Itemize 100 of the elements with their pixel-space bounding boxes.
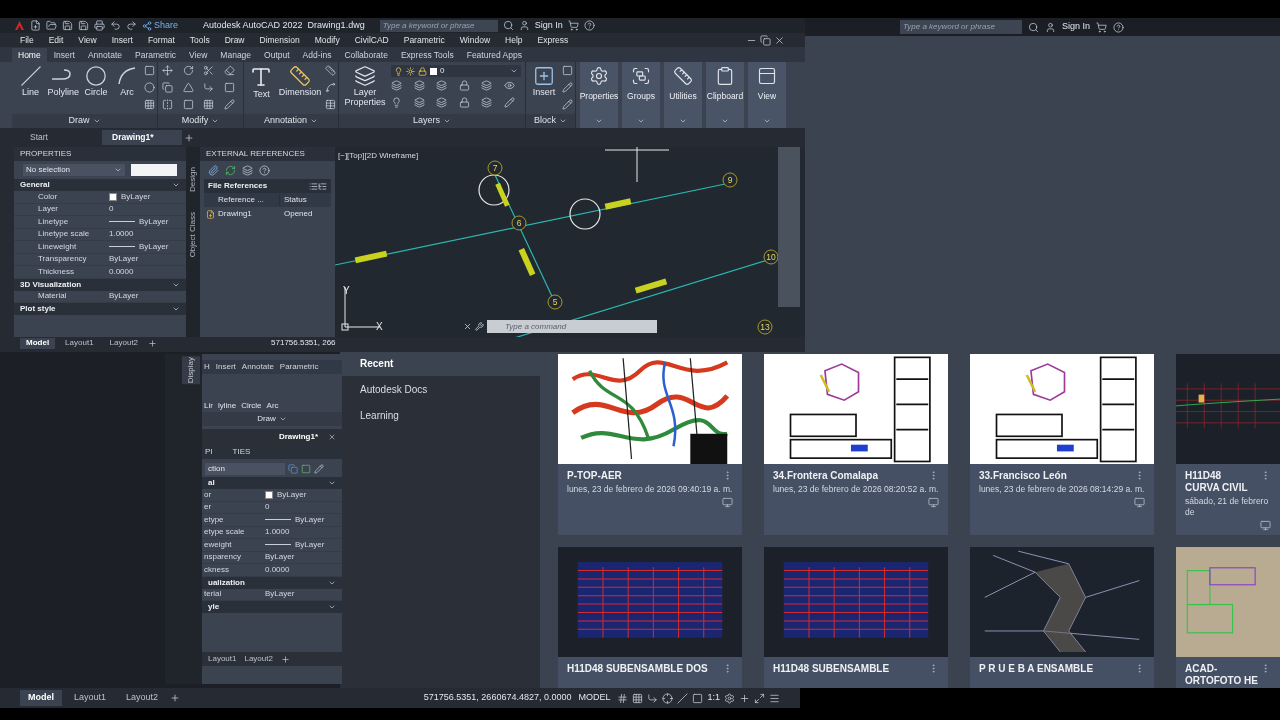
open-folder-icon[interactable] — [46, 20, 57, 31]
caret-icon[interactable] — [328, 479, 336, 487]
layout-tab[interactable]: Layout1 — [59, 337, 100, 349]
ribbon-tab[interactable]: Express Tools — [394, 48, 460, 62]
tool-label[interactable]: Arc — [120, 87, 134, 97]
caret-icon[interactable] — [328, 603, 336, 611]
tool-label[interactable]: lyline — [217, 400, 237, 412]
floor-plan-thumbnail[interactable] — [970, 354, 1154, 464]
tool-label[interactable]: Circle — [84, 87, 108, 97]
collapsed-panel-button[interactable]: Utilities — [664, 62, 702, 128]
menu-item[interactable]: Insert — [111, 33, 133, 47]
block-edit-icon[interactable] — [561, 82, 573, 93]
floor-plan-thumbnail[interactable] — [764, 354, 948, 464]
new-tab-icon[interactable] — [184, 132, 194, 143]
plus-icon[interactable] — [739, 692, 750, 704]
table-thumbnail[interactable] — [764, 547, 948, 657]
add-layout-icon[interactable] — [280, 654, 290, 664]
ribbon-tab[interactable]: View — [183, 48, 214, 62]
layout-tab[interactable]: Layout1 — [66, 690, 115, 706]
menu-item[interactable]: Edit — [48, 33, 64, 47]
tool-label[interactable]: Polyline — [47, 87, 80, 97]
trim-icon[interactable] — [203, 65, 214, 76]
menu-item[interactable]: File — [20, 33, 34, 47]
menu-item[interactable]: Parametric — [403, 33, 445, 47]
menu-item[interactable]: Window — [459, 33, 491, 47]
fullscreen-icon[interactable] — [754, 692, 765, 704]
menu-item[interactable]: Modify — [314, 33, 340, 47]
layer-edit-icon[interactable] — [503, 97, 515, 108]
new-file-icon[interactable] — [30, 20, 41, 31]
panel-title[interactable]: Draw — [68, 114, 90, 128]
linear-icon[interactable] — [325, 65, 337, 76]
section-header[interactable]: General — [20, 179, 50, 191]
collapsed-panel-button[interactable]: Clipboard — [706, 62, 744, 128]
ribbon-tab[interactable]: Parametric — [279, 361, 319, 373]
file-name[interactable]: 34.Frontera Comalapa — [773, 470, 879, 482]
grid-icon[interactable] — [617, 692, 629, 704]
panel-title[interactable]: Draw — [257, 413, 276, 425]
copy-icon[interactable] — [162, 82, 173, 93]
save-icon[interactable] — [62, 20, 73, 31]
caret-icon[interactable] — [443, 117, 451, 125]
restore-icon[interactable] — [760, 34, 771, 46]
layer-tool-icon[interactable] — [436, 80, 447, 91]
search-field[interactable]: Type a keyword or phrase — [379, 19, 498, 32]
sign-in-link[interactable]: Sign In — [1062, 20, 1091, 34]
layout-tab[interactable]: Layout1 — [208, 653, 237, 665]
tree-view-icon[interactable] — [318, 181, 327, 191]
layer-tool-icon[interactable] — [481, 80, 492, 91]
sign-in-link[interactable]: Sign In — [534, 18, 563, 33]
caret-icon[interactable] — [211, 117, 220, 125]
file-name[interactable]: ACAD-ORTOFOTO HE — [1185, 663, 1258, 687]
ribbon-tab[interactable]: Manage — [214, 48, 258, 62]
redo-icon[interactable] — [126, 20, 137, 31]
tool-label[interactable]: Arc — [266, 400, 279, 412]
layer-lock-icon[interactable] — [458, 80, 470, 91]
ribbon-tab[interactable]: Annotate — [241, 361, 274, 373]
refresh-icon[interactable] — [225, 164, 236, 176]
nav-item[interactable]: Autodesk Docs — [340, 376, 540, 402]
ribbon-tab[interactable]: Parametric — [129, 48, 183, 62]
tool-label[interactable]: Circle — [241, 400, 262, 412]
layer-tool-icon[interactable] — [413, 80, 425, 91]
collapsed-panel-button[interactable]: View — [748, 62, 786, 128]
mesh-thumbnail[interactable] — [970, 547, 1154, 657]
layer-tool-icon[interactable] — [413, 97, 425, 108]
annotation-scale-button[interactable]: 1:1 — [707, 691, 720, 705]
tool-label[interactable]: Insert — [532, 87, 556, 97]
layout-tab[interactable]: Model — [20, 337, 56, 349]
array-icon[interactable] — [203, 99, 214, 110]
list-view-icon[interactable] — [309, 181, 318, 191]
caret-icon[interactable] — [172, 305, 180, 313]
caret-icon[interactable] — [278, 415, 287, 423]
side-tab[interactable]: Object Class — [187, 211, 199, 258]
collapsed-panel-button[interactable]: Groups — [622, 62, 660, 128]
viewport-label[interactable]: [−][Top][2D Wireframe] — [338, 150, 419, 162]
insert-icon[interactable] — [532, 65, 555, 87]
drawing-canvas[interactable]: [−][Top][2D Wireframe] 7 6 9 10 5 13 Y X Type a command — [335, 147, 805, 337]
file-name[interactable]: H11D48 SUBENSAMBLE — [773, 663, 890, 675]
panel-title[interactable]: Layers — [413, 114, 440, 128]
dimension-icon[interactable] — [289, 65, 312, 87]
menu-item[interactable]: View — [78, 33, 97, 47]
layer-dropdown[interactable]: 0 — [391, 65, 521, 77]
nav-item[interactable]: Recent — [340, 350, 540, 376]
file-name[interactable]: P-TOP-AER — [567, 470, 622, 482]
menu-icon[interactable] — [769, 692, 780, 704]
file-name[interactable]: P R U E B A ENSAMBLE — [979, 663, 1094, 675]
close-icon[interactable] — [463, 322, 472, 331]
layer-eye-icon[interactable] — [503, 80, 515, 91]
help-icon[interactable] — [583, 20, 595, 31]
help-icon[interactable] — [1113, 21, 1125, 33]
collapsed-panel-button[interactable]: Properties — [580, 62, 618, 128]
file-name[interactable]: H11D48 SUBENSAMBLE DOS — [567, 663, 708, 675]
menu-item[interactable]: Format — [147, 33, 175, 47]
menu-item[interactable]: Help — [505, 33, 523, 47]
layer-lock-icon[interactable] — [458, 97, 470, 108]
leader-icon[interactable] — [325, 82, 337, 93]
close-icon[interactable] — [328, 433, 336, 441]
quick-select-field[interactable] — [130, 164, 177, 176]
ribbon-tab[interactable]: Annotate — [81, 48, 128, 62]
document-tab[interactable]: Drawing1* — [102, 130, 182, 145]
column-header[interactable]: Status — [280, 194, 307, 206]
layer-tool-icon[interactable] — [481, 97, 492, 108]
